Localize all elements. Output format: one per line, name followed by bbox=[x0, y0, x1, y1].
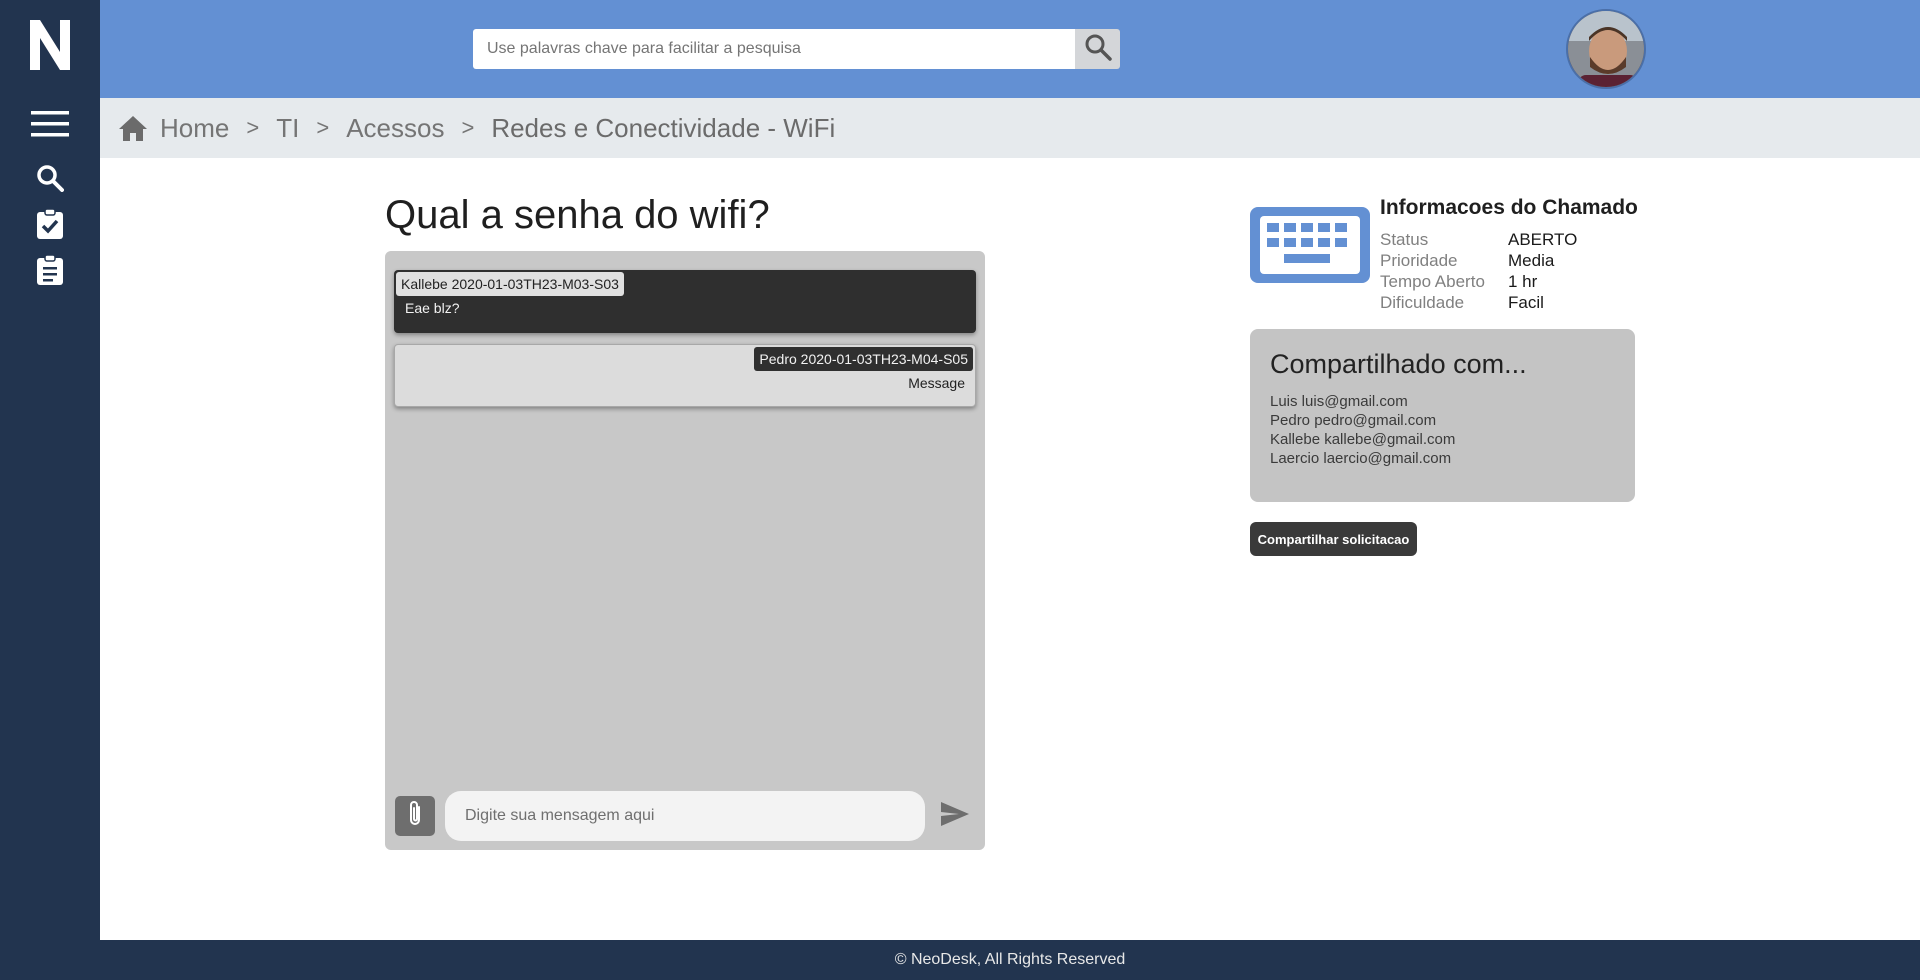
breadcrumb: Home > TI > Acessos > Redes e Conectivid… bbox=[100, 98, 1920, 158]
chat-panel: Kallebe 2020-01-03TH23-M03-S03 Eae blz? … bbox=[385, 251, 985, 850]
info-row-time-open: Tempo Aberto 1 hr bbox=[1380, 271, 1577, 292]
send-icon bbox=[940, 801, 970, 831]
difficulty-value: Facil bbox=[1508, 293, 1544, 312]
sidebar-tasks-button[interactable] bbox=[30, 208, 70, 244]
sidebar-requests-button[interactable] bbox=[30, 254, 70, 290]
message-author-stamp: Pedro 2020-01-03TH23-M04-S05 bbox=[754, 347, 973, 371]
home-icon[interactable] bbox=[118, 114, 148, 142]
sidebar bbox=[0, 0, 100, 980]
shared-with-panel: Compartilhado com... Luis luis@gmail.com… bbox=[1250, 329, 1635, 502]
sidebar-search-button[interactable] bbox=[30, 162, 70, 198]
shared-person: Laercio laercio@gmail.com bbox=[1270, 450, 1452, 467]
clipboard-check-icon bbox=[36, 208, 64, 244]
search-icon bbox=[36, 164, 64, 196]
chat-message: Kallebe 2020-01-03TH23-M03-S03 Eae blz? bbox=[394, 270, 976, 333]
breadcrumb-separator: > bbox=[316, 115, 330, 140]
neodesk-logo[interactable] bbox=[28, 18, 72, 70]
page-title: Qual a senha do wifi? bbox=[385, 193, 770, 237]
breadcrumb-ti[interactable]: TI bbox=[276, 113, 299, 144]
share-request-button[interactable]: Compartilhar solicitacao bbox=[1250, 522, 1417, 556]
copyright-text: © NeoDesk, All Rights Reserved bbox=[894, 951, 1126, 968]
hamburger-icon bbox=[31, 111, 69, 141]
info-row-difficulty: Dificuldade Facil bbox=[1380, 292, 1577, 313]
breadcrumb-separator: > bbox=[461, 115, 475, 140]
message-text: Eae blz? bbox=[405, 300, 460, 316]
search-bar bbox=[473, 29, 1120, 69]
shared-person: Pedro pedro@gmail.com bbox=[1270, 412, 1437, 429]
send-button[interactable] bbox=[938, 799, 972, 833]
search-input[interactable] bbox=[473, 29, 1076, 69]
time-open-value: 1 hr bbox=[1508, 272, 1538, 291]
paperclip-icon bbox=[406, 800, 424, 832]
info-row-priority: Prioridade Media bbox=[1380, 250, 1577, 271]
keyboard-icon bbox=[1250, 207, 1370, 283]
priority-value: Media bbox=[1508, 251, 1555, 270]
info-key: Dificuldade bbox=[1380, 293, 1465, 312]
search-icon bbox=[1084, 33, 1112, 65]
search-button[interactable] bbox=[1075, 29, 1120, 69]
info-key: Status bbox=[1380, 230, 1429, 249]
shared-with-title: Compartilhado com... bbox=[1270, 349, 1527, 379]
shared-person: Kallebe kallebe@gmail.com bbox=[1270, 431, 1456, 448]
hamburger-menu-button[interactable] bbox=[30, 108, 70, 144]
user-avatar[interactable] bbox=[1566, 9, 1646, 89]
breadcrumb-separator: > bbox=[246, 115, 260, 140]
info-key: Prioridade bbox=[1380, 251, 1458, 270]
breadcrumb-acessos[interactable]: Acessos bbox=[346, 113, 444, 144]
message-author-stamp: Kallebe 2020-01-03TH23-M03-S03 bbox=[396, 272, 624, 296]
ticket-info-list: Status ABERTO Prioridade Media Tempo Abe… bbox=[1380, 229, 1577, 313]
clipboard-list-icon bbox=[36, 254, 64, 290]
footer: © NeoDesk, All Rights Reserved bbox=[100, 940, 1920, 980]
breadcrumb-current: Redes e Conectividade - WiFi bbox=[491, 112, 836, 143]
shared-person: Luis luis@gmail.com bbox=[1270, 393, 1408, 410]
breadcrumb-home[interactable]: Home bbox=[160, 113, 229, 144]
info-key: Tempo Aberto bbox=[1380, 272, 1485, 291]
message-text: Message bbox=[908, 375, 965, 391]
attach-button[interactable] bbox=[395, 796, 435, 836]
chat-message: Pedro 2020-01-03TH23-M04-S05 Message bbox=[394, 344, 976, 407]
status-value: ABERTO bbox=[1508, 230, 1578, 249]
top-header bbox=[100, 0, 1920, 98]
message-input[interactable] bbox=[445, 791, 925, 841]
info-title: Informacoes do Chamado bbox=[1380, 196, 1638, 219]
info-row-status: Status ABERTO bbox=[1380, 229, 1577, 250]
